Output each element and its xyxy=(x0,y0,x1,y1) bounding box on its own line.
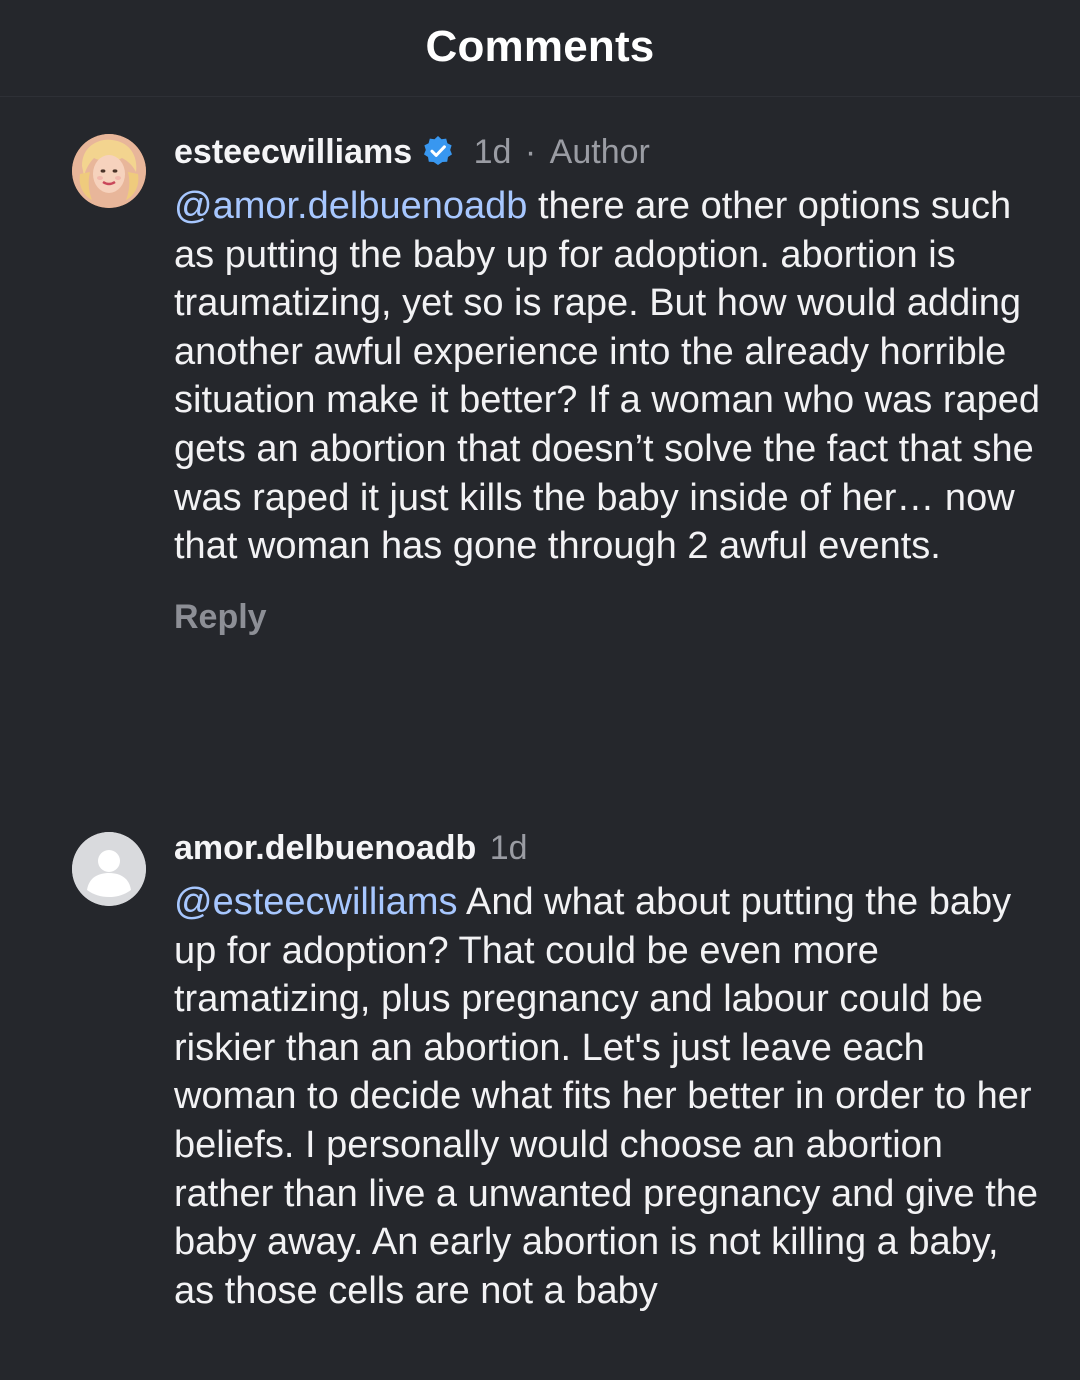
comment-content: And what about putting the baby up for a… xyxy=(174,881,1039,1312)
username[interactable]: amor.delbuenoadb xyxy=(174,829,476,867)
comment-meta: amor.delbuenoadb 1d xyxy=(174,826,1044,870)
reply-button[interactable]: Reply xyxy=(174,595,267,639)
avatar[interactable] xyxy=(72,134,146,208)
profile-photo-icon xyxy=(72,134,146,208)
mention-link[interactable]: @esteecwilliams xyxy=(174,881,458,923)
meta-separator: · xyxy=(524,133,537,171)
comment-time: 1d xyxy=(489,829,528,867)
comment-content: there are other options such as putting … xyxy=(174,185,1041,568)
default-avatar-icon xyxy=(72,832,146,906)
comment-text: @esteecwilliams And what about putting t… xyxy=(174,878,1044,1315)
comment-time: 1d xyxy=(473,133,512,171)
username[interactable]: esteecwilliams xyxy=(174,133,412,171)
verified-badge-icon xyxy=(422,134,454,166)
author-badge: Author xyxy=(549,133,650,171)
comment-body: amor.delbuenoadb 1d @esteecwilliams And … xyxy=(174,826,1044,1315)
comments-header: Comments xyxy=(0,0,1080,97)
comment-meta: esteecwilliams 1d · Author xyxy=(174,130,1044,174)
mention-link[interactable]: @amor.delbuenoadb xyxy=(174,185,527,227)
comment-body: esteecwilliams 1d · Author @amor.delbuen… xyxy=(174,130,1044,639)
page-title: Comments xyxy=(425,22,655,71)
comment-text: @amor.delbuenoadb there are other option… xyxy=(174,182,1044,571)
avatar[interactable] xyxy=(72,832,146,906)
